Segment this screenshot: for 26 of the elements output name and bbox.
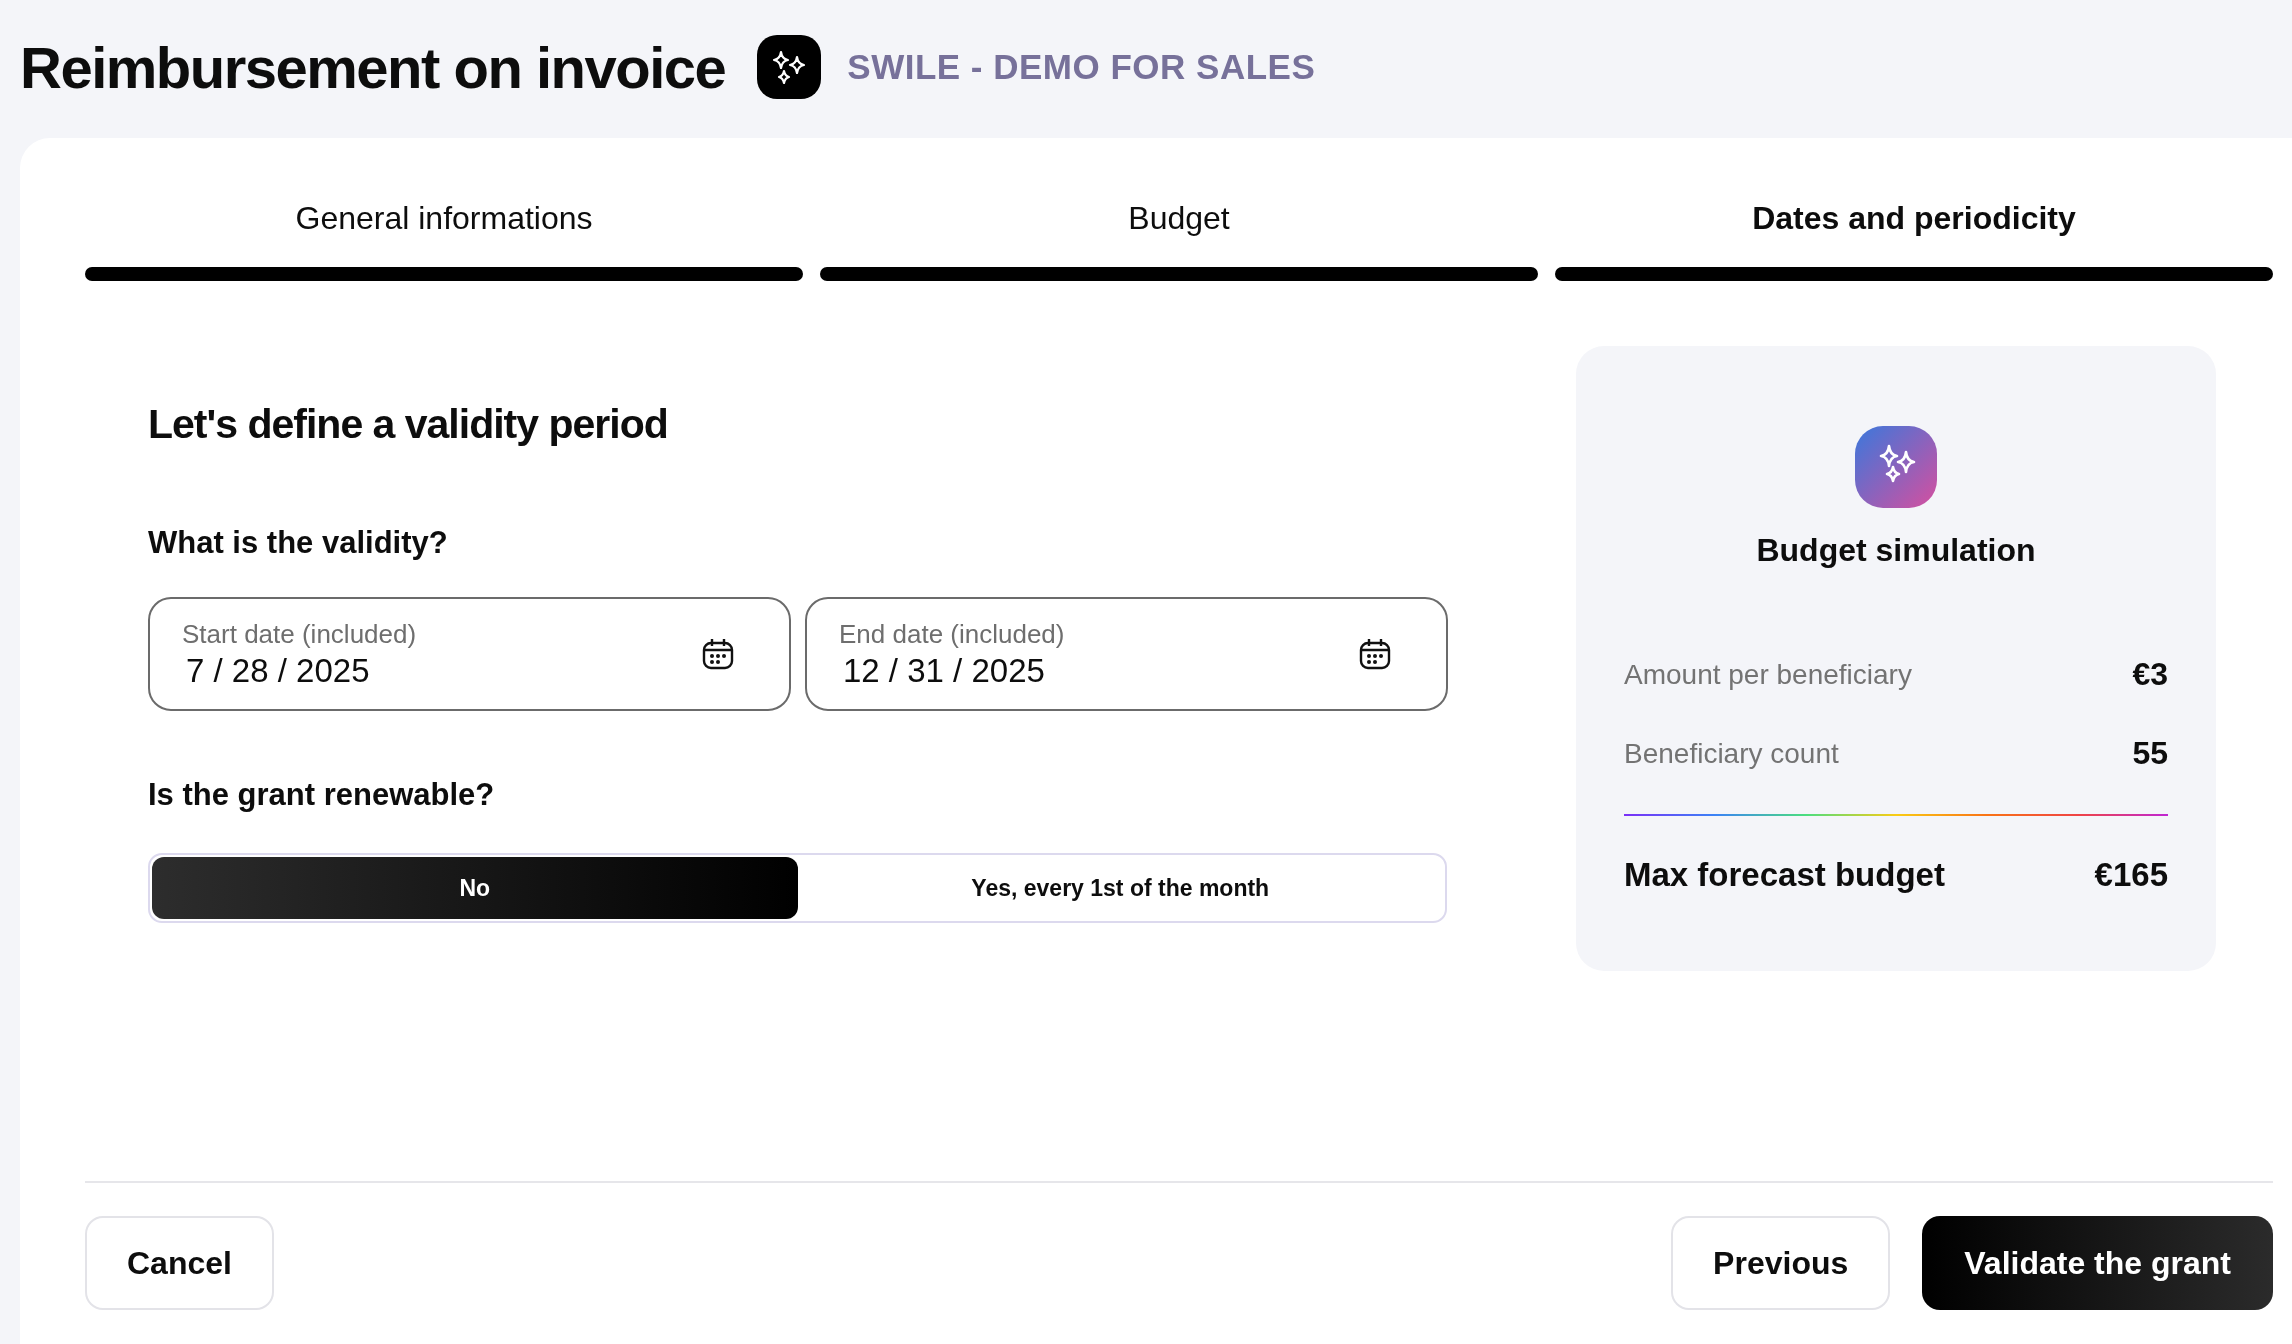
total-label: Max forecast budget [1624, 856, 1945, 894]
option-button[interactable]: Yes, every 1st of the month [797, 857, 1443, 919]
row-label: Amount per beneficiary [1624, 658, 1912, 691]
option-button[interactable]: No [152, 857, 798, 919]
question-label: Is the grant renewable? [148, 777, 496, 813]
total-value: €165 [2094, 856, 2168, 894]
row-label: Beneficiary count [1624, 737, 1839, 770]
section-heading: Let's define a validity period [148, 401, 669, 448]
validate-button[interactable]: Validate the grant [1922, 1216, 2273, 1310]
company-name: SWILE - DEMO FOR SALES [847, 47, 1316, 87]
calendar-icon[interactable] [701, 637, 735, 671]
previous-button[interactable]: Previous [1671, 1216, 1891, 1310]
cancel-button[interactable]: Cancel [85, 1216, 274, 1310]
panel-title: Budget simulation [1756, 532, 2036, 569]
step-tab[interactable]: Budget [820, 200, 1538, 281]
page-title: Reimbursement on invoice [20, 33, 726, 101]
date-field[interactable]: End date (included) 12 / 31 / 2025 [805, 597, 1448, 711]
calendar-icon[interactable] [1358, 637, 1392, 671]
sparkles-icon [757, 35, 822, 99]
date-field[interactable]: Start date (included) 7 / 28 / 2025 [148, 597, 791, 711]
question-label: What is the validity? [148, 525, 449, 561]
step-tab[interactable]: Dates and periodicity [1555, 200, 2273, 281]
row-value: €3 [2132, 656, 2168, 693]
row-value: 55 [2132, 735, 2168, 772]
step-tab[interactable]: General informations [85, 200, 803, 281]
sparkles-icon [1855, 426, 1937, 508]
